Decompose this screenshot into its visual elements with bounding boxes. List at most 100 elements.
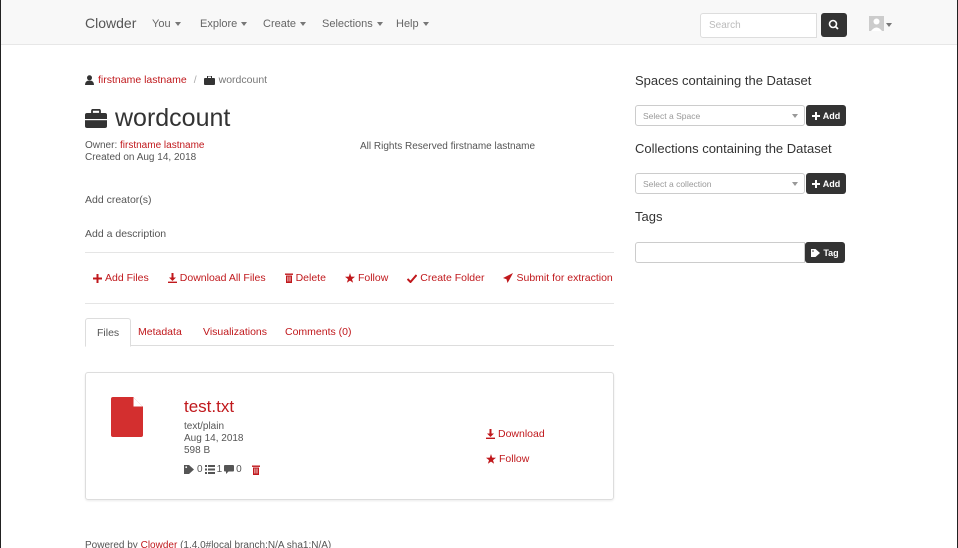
caret-down-icon — [300, 22, 307, 27]
breadcrumb-separator: / — [193, 74, 197, 86]
nav-menu-label: Selections — [322, 18, 373, 30]
create-folder-label: Create Folder — [420, 272, 485, 284]
file-card: test.txt text/plain Aug 14, 2018 598 B 0… — [85, 372, 614, 500]
caret-down-icon — [422, 22, 429, 27]
nav-menu-label: You — [152, 18, 171, 30]
comments-count: 0 — [236, 464, 242, 475]
divider — [85, 303, 614, 304]
tag-button-label: Tag — [823, 247, 839, 258]
create-folder-button[interactable]: Create Folder — [407, 272, 484, 284]
add-label: Add — [822, 110, 841, 121]
download-all-button[interactable]: Download All Files — [167, 272, 266, 284]
breadcrumb: firstname lastname / wordcount — [85, 74, 267, 86]
submit-extraction-label: Submit for extraction — [516, 272, 613, 284]
file-size: 598 B — [184, 445, 211, 456]
caret-down-icon — [376, 22, 383, 27]
nav-menu-label: Help — [396, 18, 419, 30]
chevron-down-icon — [792, 114, 798, 118]
footer-version: (1.4.0#local branch:N/A sha1:N/A) — [180, 540, 332, 548]
user-icon — [85, 75, 94, 85]
metadata-count: 1 — [216, 464, 223, 475]
license-text: All Rights Reserved firstname lastname — [360, 141, 536, 152]
download-all-label: Download All Files — [179, 272, 266, 284]
tab-visualizations[interactable]: Visualizations — [192, 318, 278, 346]
nav-menu-label: Create — [263, 18, 297, 30]
chevron-down-icon — [792, 182, 798, 186]
plus-icon — [811, 179, 820, 188]
collection-select-placeholder: Select a collection — [643, 179, 712, 189]
nav-menu-create[interactable]: Create — [263, 18, 307, 30]
collections-heading: Collections containing the Dataset — [635, 141, 832, 156]
plus-icon — [93, 273, 102, 283]
delete-label: Delete — [295, 272, 326, 284]
tag-input[interactable] — [635, 242, 805, 263]
tab-label: Comments (0) — [285, 326, 352, 338]
delete-button[interactable]: Delete — [284, 272, 326, 284]
file-follow-label: Follow — [499, 453, 530, 465]
tab-comments[interactable]: Comments (0) — [274, 318, 363, 346]
breadcrumb-user-link[interactable]: firstname lastname — [98, 74, 187, 86]
file-icon — [111, 397, 143, 437]
trash-icon[interactable] — [251, 465, 260, 475]
add-to-collection-button[interactable]: Add — [806, 173, 846, 194]
send-icon — [503, 273, 514, 283]
tab-label: Visualizations — [203, 326, 268, 338]
add-tag-button[interactable]: Tag — [805, 242, 845, 263]
page-title: wordcount — [85, 104, 230, 133]
briefcase-icon — [203, 75, 215, 85]
footer: Powered by Clowder (1.4.0#local branch:N… — [85, 540, 331, 548]
file-download-link[interactable]: Download — [486, 428, 545, 440]
trash-icon — [284, 273, 293, 283]
add-creators[interactable]: Add creator(s) — [85, 194, 152, 206]
add-label: Add — [822, 178, 841, 189]
space-select-placeholder: Select a Space — [643, 111, 701, 121]
collection-select[interactable]: Select a collection — [635, 173, 805, 194]
submit-extraction-button[interactable]: Submit for extraction — [503, 272, 613, 284]
spaces-heading: Spaces containing the Dataset — [635, 73, 812, 88]
dataset-actions: Add Files Download All Files Delete Foll… — [93, 272, 632, 284]
tab-files[interactable]: Files — [85, 318, 132, 347]
add-to-space-button[interactable]: Add — [806, 105, 846, 126]
file-date: Aug 14, 2018 — [184, 433, 244, 444]
tab-label: Metadata — [138, 326, 182, 338]
breadcrumb-dataset: wordcount — [218, 74, 268, 86]
file-follow-link[interactable]: Follow — [486, 453, 529, 465]
nav-menu-you[interactable]: You — [152, 18, 181, 30]
dataset-title: wordcount — [115, 104, 231, 132]
check-icon — [407, 273, 418, 283]
file-stats: 0 1 0 — [184, 464, 260, 475]
star-icon — [486, 454, 496, 464]
download-icon — [167, 273, 177, 283]
user-menu[interactable] — [869, 15, 893, 33]
star-icon — [344, 273, 355, 283]
file-name-link[interactable]: test.txt — [184, 397, 234, 417]
caret-down-icon — [241, 22, 248, 27]
divider — [85, 252, 614, 253]
comment-icon — [224, 465, 235, 474]
owner-link[interactable]: firstname lastname — [120, 140, 204, 151]
briefcase-icon — [85, 109, 107, 128]
list-icon — [204, 465, 215, 474]
nav-menu-help[interactable]: Help — [396, 18, 429, 30]
plus-icon — [811, 111, 820, 120]
follow-button[interactable]: Follow — [344, 272, 388, 284]
caret-down-icon — [174, 22, 181, 27]
footer-prefix: Powered by — [85, 540, 138, 548]
search-button[interactable] — [821, 13, 847, 37]
space-select[interactable]: Select a Space — [635, 105, 805, 126]
search-input[interactable] — [700, 13, 817, 38]
owner-line: Owner: firstname lastname — [85, 140, 205, 151]
nav-menu-explore[interactable]: Explore — [200, 18, 248, 30]
footer-clowder-link[interactable]: Clowder — [141, 540, 178, 548]
nav-menu-selections[interactable]: Selections — [322, 18, 383, 30]
tags-heading: Tags — [635, 209, 663, 224]
dataset-tabs: Files Metadata Visualizations Comments (… — [85, 318, 614, 347]
add-files-button[interactable]: Add Files — [93, 272, 149, 284]
tab-label: Files — [97, 327, 120, 339]
add-description[interactable]: Add a description — [85, 228, 166, 240]
tags-count: 0 — [197, 464, 203, 475]
brand-link[interactable]: Clowder — [85, 15, 136, 31]
download-icon — [486, 429, 495, 439]
owner-label: Owner: — [85, 140, 118, 151]
tab-metadata[interactable]: Metadata — [127, 318, 193, 346]
